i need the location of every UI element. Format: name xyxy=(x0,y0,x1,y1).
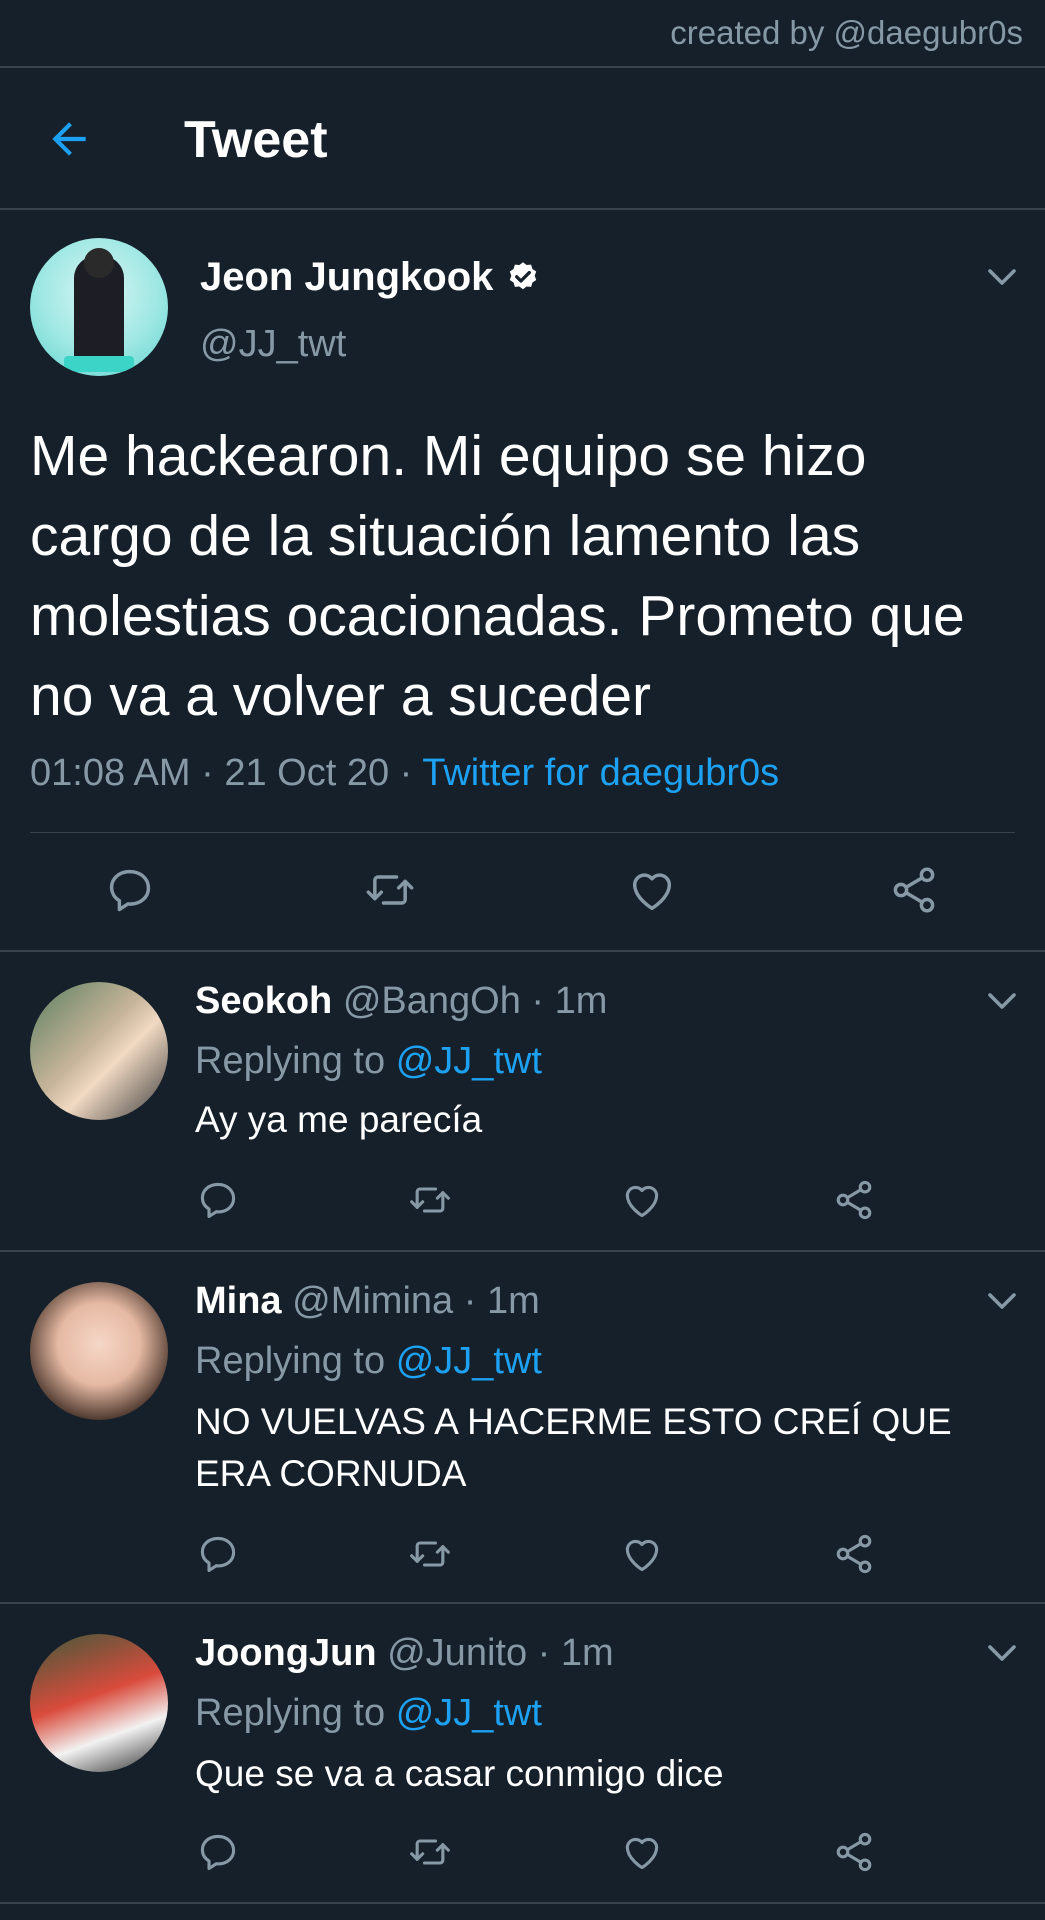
like-icon[interactable] xyxy=(620,1532,664,1576)
replying-to-row: Replying to @JJ_twt xyxy=(195,1692,542,1734)
reply-handle: @BangOh xyxy=(342,980,521,1022)
tweet-source-link[interactable]: Twitter for daegubr0s xyxy=(422,752,779,794)
author-name-row[interactable]: Jeon Jungkook xyxy=(200,255,541,300)
reply-header: Mina @Mimina · 1m xyxy=(195,1280,540,1322)
back-arrow-icon[interactable] xyxy=(44,114,94,164)
author-avatar[interactable] xyxy=(30,238,168,376)
reply-handle: @Junito xyxy=(387,1632,528,1674)
reply-name[interactable]: Mina xyxy=(195,1280,282,1322)
chevron-down-icon[interactable] xyxy=(984,1638,1020,1668)
reply-text: Ay ya me parecía xyxy=(195,1099,483,1140)
author-name: Jeon Jungkook xyxy=(200,255,494,299)
like-icon[interactable] xyxy=(620,1830,664,1874)
retweet-icon[interactable] xyxy=(364,864,416,916)
author-handle: @JJ_twt xyxy=(200,323,347,365)
reply-divider xyxy=(0,1902,1045,1904)
tweet-text: Me hackearon. Mi equipo se hizo cargo de… xyxy=(30,424,965,728)
reply-icon[interactable] xyxy=(104,864,156,916)
reply-divider xyxy=(0,1250,1045,1252)
reply-avatar[interactable] xyxy=(30,1634,168,1772)
tweet-meta: 01:08 AM · 21 Oct 20 · Twitter for daegu… xyxy=(30,752,780,794)
page-title: Tweet xyxy=(184,111,328,169)
replying-to-link[interactable]: @JJ_twt xyxy=(396,1040,542,1082)
reply-handle: @Mimina xyxy=(292,1280,454,1322)
retweet-icon[interactable] xyxy=(408,1830,452,1874)
reply-avatar[interactable] xyxy=(30,982,168,1120)
like-icon[interactable] xyxy=(626,864,678,916)
retweet-icon[interactable] xyxy=(408,1178,452,1222)
reply-name[interactable]: Seokoh xyxy=(195,980,332,1022)
share-icon[interactable] xyxy=(832,1830,876,1874)
chevron-down-icon[interactable] xyxy=(984,262,1020,292)
top-divider xyxy=(0,66,1045,68)
chevron-down-icon[interactable] xyxy=(984,986,1020,1016)
like-icon[interactable] xyxy=(620,1178,664,1222)
tweet-date: 21 Oct 20 xyxy=(224,752,390,794)
share-icon[interactable] xyxy=(832,1532,876,1576)
replying-to-link[interactable]: @JJ_twt xyxy=(396,1340,542,1382)
reply-text: Que se va a casar conmigo dice xyxy=(195,1753,724,1794)
verified-badge-icon xyxy=(510,261,537,289)
meta-divider xyxy=(30,832,1015,833)
creator-credit: created by @daegubr0s xyxy=(670,14,1023,51)
tweet-time: 01:08 AM xyxy=(30,752,191,794)
replying-to-row: Replying to @JJ_twt xyxy=(195,1040,542,1082)
replying-to-link[interactable]: @JJ_twt xyxy=(396,1692,542,1734)
reply-age: 1m xyxy=(554,980,608,1022)
reply-text: NO VUELVAS A HACERME ESTO CREÍ QUE ERA C… xyxy=(195,1401,952,1494)
replying-to-row: Replying to @JJ_twt xyxy=(195,1340,542,1382)
tweet-divider xyxy=(0,950,1045,952)
reply-icon[interactable] xyxy=(196,1532,240,1576)
share-icon[interactable] xyxy=(832,1178,876,1222)
reply-name[interactable]: JoongJun xyxy=(195,1632,377,1674)
reply-divider xyxy=(0,1602,1045,1604)
reply-icon[interactable] xyxy=(196,1830,240,1874)
reply-avatar[interactable] xyxy=(30,1282,168,1420)
share-icon[interactable] xyxy=(888,864,940,916)
reply-age: 1m xyxy=(486,1280,540,1322)
retweet-icon[interactable] xyxy=(408,1532,452,1576)
chevron-down-icon[interactable] xyxy=(984,1286,1020,1316)
header-divider xyxy=(0,208,1045,210)
reply-icon[interactable] xyxy=(196,1178,240,1222)
reply-header: JoongJun @Junito · 1m xyxy=(195,1632,614,1674)
reply-age: 1m xyxy=(560,1632,614,1674)
reply-header: Seokoh @BangOh · 1m xyxy=(195,980,608,1022)
